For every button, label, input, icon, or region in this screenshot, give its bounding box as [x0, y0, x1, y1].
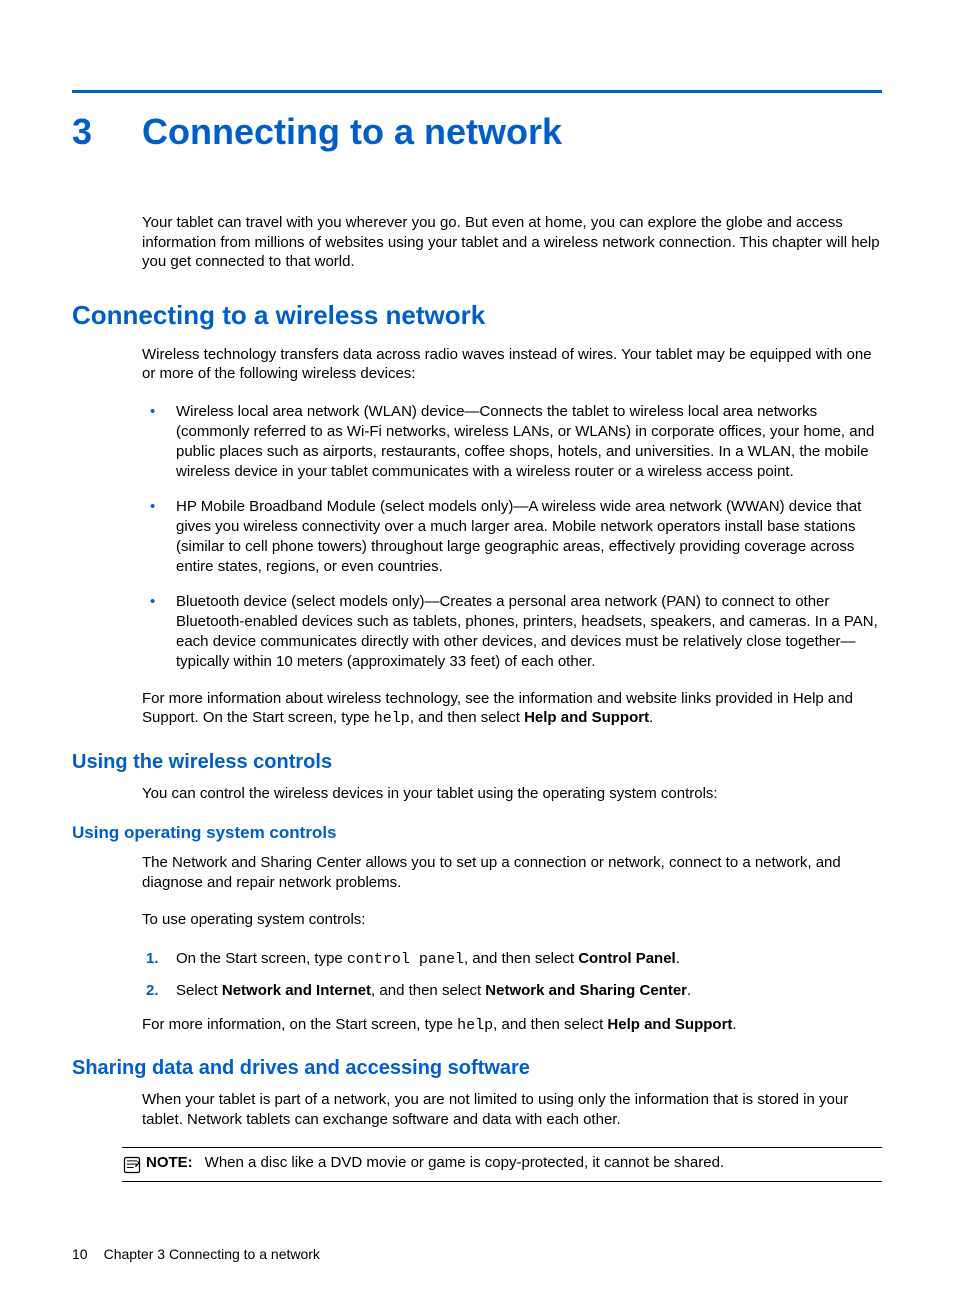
page-number: 10: [72, 1246, 88, 1262]
section4-p1: When your tablet is part of a network, y…: [142, 1090, 882, 1129]
section1-intro: Wireless technology transfers data acros…: [142, 345, 882, 384]
chapter-number: 3: [72, 111, 142, 153]
list-item: Bluetooth device (select models only)—Cr…: [142, 592, 882, 673]
section3-p2: To use operating system controls:: [142, 910, 882, 930]
note-text: When a disc like a DVD movie or game is …: [205, 1154, 724, 1171]
section-wireless-controls: Using the wireless controls: [72, 751, 882, 774]
section-sharing-data: Sharing data and drives and accessing so…: [72, 1057, 882, 1080]
intro-text: Your tablet can travel with you wherever…: [142, 213, 882, 272]
footer-text: Chapter 3 Connecting to a network: [104, 1246, 320, 1262]
chapter-header: 3 Connecting to a network: [72, 111, 882, 153]
list-item: HP Mobile Broadband Module (select model…: [142, 497, 882, 578]
chapter-title: Connecting to a network: [142, 111, 562, 153]
section3-moreinfo: For more information, on the Start scree…: [142, 1015, 882, 1036]
section3-p1: The Network and Sharing Center allows yo…: [142, 853, 882, 892]
page-footer: 10 Chapter 3 Connecting to a network: [72, 1246, 882, 1262]
code-text: control panel: [347, 951, 464, 968]
section-os-controls: Using operating system controls: [72, 823, 882, 843]
note-icon: [122, 1155, 142, 1175]
section1-moreinfo: For more information about wireless tech…: [142, 689, 882, 729]
note-label: NOTE:: [146, 1154, 193, 1171]
list-item: Wireless local area network (WLAN) devic…: [142, 402, 882, 483]
section-connecting-wireless: Connecting to a wireless network: [72, 300, 882, 331]
wireless-devices-list: Wireless local area network (WLAN) devic…: [142, 402, 882, 673]
list-item: On the Start screen, type control panel,…: [142, 948, 882, 970]
code-text: help: [374, 710, 410, 727]
code-text: help: [457, 1017, 493, 1034]
os-controls-steps: On the Start screen, type control panel,…: [142, 948, 882, 1001]
note-box: NOTE: When a disc like a DVD movie or gam…: [122, 1147, 882, 1182]
list-item: Select Network and Internet, and then se…: [142, 980, 882, 1001]
section2-text: You can control the wireless devices in …: [142, 784, 882, 804]
